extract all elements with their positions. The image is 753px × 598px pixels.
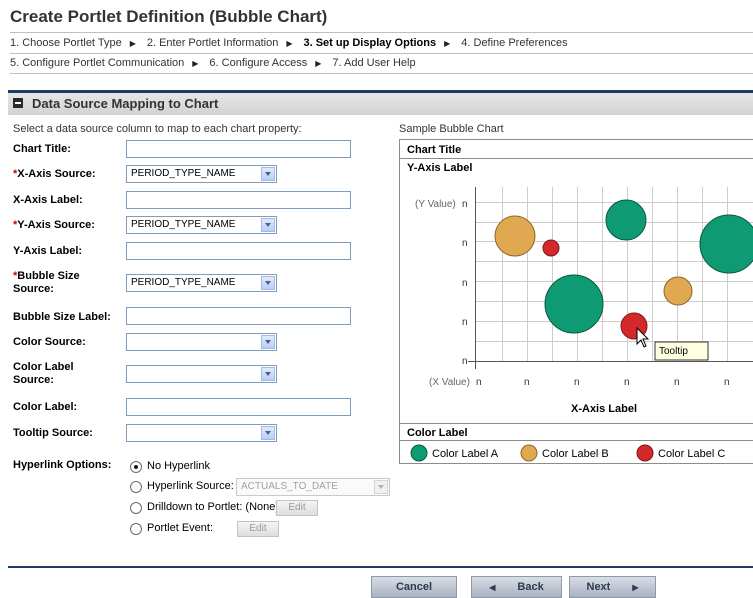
- chevron-down-icon: [261, 335, 275, 349]
- color-label-source-label: Color Label Source:: [13, 361, 74, 386]
- drilldown-edit-button[interactable]: Edit: [276, 500, 318, 516]
- bubble-size-source-label: *Bubble Size Source:: [13, 270, 80, 295]
- tooltip-source-label: Tooltip Source:: [13, 427, 93, 439]
- y-tick-label: n: [462, 317, 468, 328]
- x-axis-label-label: X-Axis Label:: [13, 194, 83, 206]
- x-axis-label-input[interactable]: [126, 191, 351, 209]
- collapse-icon[interactable]: [13, 98, 23, 108]
- chevron-down-icon: [261, 218, 275, 232]
- y-axis-label-input[interactable]: [126, 242, 351, 260]
- x-tick-label: n: [524, 377, 530, 388]
- legend-swatch-a: [410, 444, 428, 462]
- sample-y-value-label: (Y Value): [415, 199, 456, 210]
- legend-swatch-b: [520, 444, 538, 462]
- chart-title-label: Chart Title:: [13, 143, 71, 155]
- bubble: [605, 199, 647, 241]
- portlet-event-label: Portlet Event:: [147, 522, 214, 534]
- legend-label-a: Color Label A: [432, 448, 499, 460]
- sample-x-axis-label: X-Axis Label: [571, 403, 637, 415]
- no-hyperlink-label: No Hyperlink: [147, 460, 210, 472]
- sample-chart-title: Chart Title: [407, 144, 461, 156]
- step-configure-access[interactable]: 6. Configure Access: [209, 57, 307, 69]
- no-hyperlink-radio[interactable]: [130, 461, 142, 473]
- instructions-text: Select a data source column to map to ea…: [13, 123, 302, 135]
- sample-y-axis-label: Y-Axis Label: [407, 162, 472, 174]
- hyperlink-source-select[interactable]: ACTUALS_TO_DATE: [236, 478, 390, 496]
- section-title: Data Source Mapping to Chart: [32, 96, 219, 111]
- step-choose-portlet-type[interactable]: 1. Choose Portlet Type: [10, 37, 122, 49]
- bubble-size-source-select[interactable]: PERIOD_TYPE_NAME: [126, 274, 277, 292]
- bubble: [494, 215, 536, 257]
- drilldown-label: Drilldown to Portlet: (None): [147, 501, 280, 513]
- step-arrow-icon: ▶: [286, 38, 293, 48]
- portlet-event-radio[interactable]: [130, 523, 142, 535]
- chevron-down-icon: [261, 276, 275, 290]
- x-tick-label: n: [624, 377, 630, 388]
- color-label-source-select[interactable]: [126, 365, 277, 383]
- sample-x-value-label: (X Value): [429, 377, 470, 388]
- drilldown-radio[interactable]: [130, 502, 142, 514]
- section-header: Data Source Mapping to Chart: [8, 90, 753, 115]
- sample-chart-label: Sample Bubble Chart: [399, 123, 504, 135]
- step-define-preferences[interactable]: 4. Define Preferences: [461, 37, 567, 49]
- tooltip-text: Tooltip: [659, 346, 688, 357]
- y-tick-label: n: [462, 356, 468, 367]
- portlet-event-edit-button[interactable]: Edit: [237, 521, 279, 537]
- color-label-input[interactable]: [126, 398, 351, 416]
- x-tick-label: n: [574, 377, 580, 388]
- bubble: [544, 274, 604, 334]
- x-axis-source-label: *X-Axis Source:: [13, 168, 96, 180]
- color-source-select[interactable]: [126, 333, 277, 351]
- cancel-button[interactable]: Cancel: [371, 576, 457, 598]
- chevron-down-icon: [374, 480, 388, 494]
- step-enter-portlet-information[interactable]: 2. Enter Portlet Information: [147, 37, 278, 49]
- y-tick-label: n: [462, 278, 468, 289]
- y-tick-label: n: [462, 238, 468, 249]
- hyperlink-source-label: Hyperlink Source:: [147, 480, 234, 492]
- step-add-user-help[interactable]: 7. Add User Help: [332, 57, 415, 69]
- back-arrow-icon: ◀: [489, 583, 496, 592]
- bubble: [699, 214, 753, 274]
- step-arrow-icon: ▶: [315, 58, 322, 68]
- step-arrow-icon: ▶: [444, 38, 451, 48]
- page-title: Create Portlet Definition (Bubble Chart): [10, 7, 328, 26]
- hyperlink-options-label: Hyperlink Options:: [13, 459, 112, 471]
- y-axis-label-label: Y-Axis Label:: [13, 245, 83, 257]
- bubble-size-label-input[interactable]: [126, 307, 351, 325]
- wizard-steps-row-2: 5. Configure Portlet Communication ▶ 6. …: [10, 53, 753, 74]
- step-arrow-icon: ▶: [192, 58, 199, 68]
- step-set-up-display-options: 3. Set up Display Options: [303, 37, 437, 49]
- bubble: [663, 276, 693, 306]
- color-source-label: Color Source:: [13, 336, 86, 348]
- y-axis-source-select[interactable]: PERIOD_TYPE_NAME: [126, 216, 277, 234]
- bubble: [542, 239, 560, 257]
- step-arrow-icon: ▶: [129, 38, 136, 48]
- legend-label-b: Color Label B: [542, 448, 609, 460]
- color-label-header: Color Label: [407, 427, 468, 439]
- x-tick-label: n: [724, 377, 730, 388]
- x-tick-label: n: [476, 377, 482, 388]
- chevron-down-icon: [261, 367, 275, 381]
- bubble-size-label-label: Bubble Size Label:: [13, 311, 111, 323]
- next-button[interactable]: Next ▶: [569, 576, 656, 598]
- color-label-label: Color Label:: [13, 401, 78, 413]
- legend-label-c: Color Label C: [658, 448, 725, 460]
- x-tick-label: n: [674, 377, 680, 388]
- legend-swatch-c: [636, 444, 654, 462]
- hyperlink-source-radio[interactable]: [130, 481, 142, 493]
- wizard-steps-row-1: 1. Choose Portlet Type ▶ 2. Enter Portle…: [10, 32, 753, 54]
- next-arrow-icon: ▶: [632, 583, 639, 592]
- x-axis-source-select[interactable]: PERIOD_TYPE_NAME: [126, 165, 277, 183]
- back-button[interactable]: ◀ Back: [471, 576, 562, 598]
- y-tick-label: n: [462, 199, 468, 210]
- y-axis-source-label: *Y-Axis Source:: [13, 219, 95, 231]
- tooltip-source-select[interactable]: [126, 424, 277, 442]
- footer-divider: [8, 566, 753, 568]
- chevron-down-icon: [261, 426, 275, 440]
- chevron-down-icon: [261, 167, 275, 181]
- step-configure-portlet-communication[interactable]: 5. Configure Portlet Communication: [10, 57, 184, 69]
- chart-title-input[interactable]: [126, 140, 351, 158]
- sample-bubble-chart: Chart Title Y-Axis Label (Y Value) n n n…: [399, 139, 753, 464]
